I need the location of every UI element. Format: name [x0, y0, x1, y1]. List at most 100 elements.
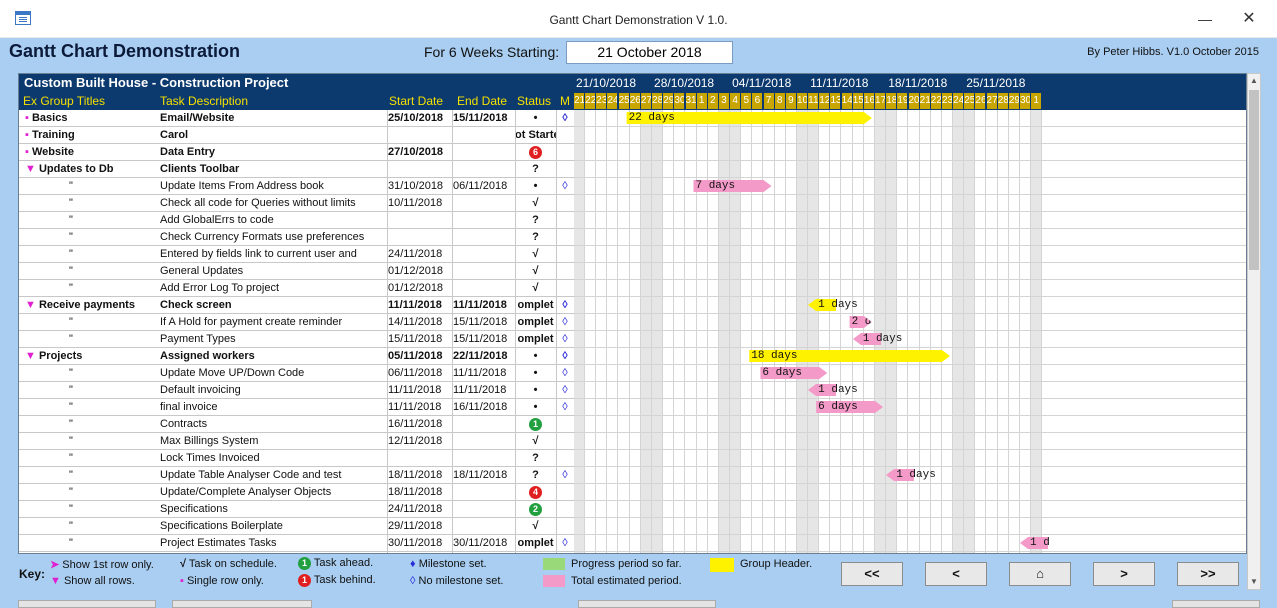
square-bullet-icon[interactable]: ▪ [25, 129, 32, 141]
table-row[interactable]: " Max Billings System 12/11/2018 √ [19, 433, 574, 450]
gantt-bar[interactable]: 22 days [627, 112, 872, 124]
group-title: Updates to Db [38, 163, 114, 175]
gantt-bar-label: 7 days [695, 180, 736, 192]
chevron-down-icon[interactable]: ▼ [25, 163, 39, 175]
home-button[interactable]: ⌂ [1009, 562, 1071, 586]
gantt-bar[interactable]: 6 days [760, 367, 827, 379]
table-row[interactable]: " Lock Times Invoiced? [19, 450, 574, 467]
table-row[interactable]: " Specifications Boilerplate 29/11/2018 √ [19, 518, 574, 535]
table-row[interactable]: " General Updates 01/12/2018 √ [19, 263, 574, 280]
table-row[interactable]: " Update Table Analyser Code and test 18/1… [19, 467, 574, 484]
cell-end: 11/11/2018 [453, 299, 507, 311]
gantt-bar[interactable]: 6 days [816, 401, 883, 413]
gantt-bar[interactable]: 1 days [886, 469, 936, 481]
table-row[interactable]: " Default invoicing 11/11/2018 11/11/2018 • ◊ [19, 382, 574, 399]
gantt-row-line [574, 245, 1246, 246]
cell-task: Check screen [160, 299, 232, 311]
table-row[interactable]: " If A Hold for payment create reminder 14… [19, 314, 574, 331]
start-date-input[interactable]: 21 October 2018 [566, 41, 733, 64]
day-label: 10 [797, 93, 808, 109]
gantt-row-line [574, 194, 1246, 195]
minimize-button[interactable]: — [1190, 8, 1220, 30]
day-label: 26 [975, 93, 987, 109]
table-row[interactable]: ▼ Projects Assigned workers 05/11/2018 22/1… [19, 348, 574, 365]
table-row[interactable]: " Payment Types 15/11/2018 15/11/2018 omplet… [19, 331, 574, 348]
square-bullet-icon[interactable]: ▪ [25, 112, 32, 124]
table-row[interactable]: " Add GlobalErrs to code? [19, 212, 574, 229]
gantt-row-line [574, 534, 1246, 535]
column-header-status: Status [517, 94, 552, 108]
table-row[interactable]: ▪ Website Data Entry 27/10/2018 6 [19, 144, 574, 161]
cell-group: ▪ Training [25, 129, 157, 141]
table-row[interactable]: " Update Items From Address book 31/10/201… [19, 178, 574, 195]
chevron-down-icon[interactable]: ▼ [25, 350, 39, 362]
table-row[interactable]: ▪ Basics Email/Website 25/10/2018 15/11/201… [19, 110, 574, 127]
cell-status: √ [532, 248, 539, 260]
gantt-bar[interactable]: 18 days [749, 350, 950, 362]
scroll-down-icon[interactable]: ▼ [1248, 575, 1260, 589]
vertical-scrollbar[interactable]: ▲ ▼ [1247, 73, 1261, 590]
gantt-bar[interactable]: 7 days [694, 180, 772, 192]
cell-task: Clients Toolbar [160, 163, 240, 175]
day-label: 28 [997, 93, 1009, 109]
table-row[interactable]: " Entered by fields link to current user … [19, 246, 574, 263]
table-row[interactable]: ▪ Training Carol ot Starte [19, 127, 574, 144]
gantt-row-line [574, 432, 1246, 433]
key-label: Key: [19, 567, 46, 581]
gantt-bar[interactable]: 1 d [1020, 537, 1050, 549]
cell-start: 24/11/2018 [388, 248, 443, 260]
cell-start: 24/11/2018 [388, 503, 443, 515]
table-row[interactable]: " Check Currency Formats use preferences? [19, 229, 574, 246]
table-row[interactable]: " Project Estimates Tasks 30/11/2018 30/11/… [19, 535, 574, 552]
scroll-thumb[interactable] [1249, 90, 1259, 270]
next-button[interactable]: > [1093, 562, 1155, 586]
cell-start: 29/11/2018 [388, 520, 443, 532]
table-row[interactable]: ▼ Receive payments Check screen 11/11/2018… [19, 297, 574, 314]
table-row[interactable]: " Contracts 16/11/2018 1 [19, 416, 574, 433]
gantt-bar-label: 22 days [628, 112, 675, 124]
bottom-tab[interactable] [1172, 600, 1260, 608]
square-bullet-icon[interactable]: ▪ [25, 146, 32, 158]
cell-group: " [69, 180, 73, 192]
table-row[interactable]: " Update Move UP/Down Code 06/11/2018 11/11… [19, 365, 574, 382]
cell-start: 27/10/2018 [388, 146, 444, 158]
day-label: 25 [964, 93, 976, 109]
column-header-end: End Date [457, 94, 508, 108]
table-row[interactable]: " Check all code for Queries without limi… [19, 195, 574, 212]
table-row[interactable]: " Add Error Log To project 01/12/2018 √ [19, 280, 574, 297]
day-label: 29 [663, 93, 675, 109]
progress-swatch-icon [543, 558, 565, 570]
day-label: 11 [808, 93, 820, 109]
close-button[interactable]: ✕ [1234, 8, 1264, 30]
first-page-button[interactable]: << [841, 562, 903, 586]
gantt-bar[interactable]: 1 days [808, 384, 858, 396]
table-row[interactable]: " final invoice 11/11/2018 16/11/2018 • ◊ [19, 399, 574, 416]
day-label: 24 [953, 93, 965, 109]
cell-task: Update Items From Address book [160, 180, 324, 192]
chevron-down-icon[interactable]: ▼ [25, 299, 39, 311]
window-title: Gantt Chart Demonstration V 1.0. [549, 13, 728, 27]
legend-behind-label: Task behind. [313, 574, 376, 586]
gantt-row-line [574, 517, 1246, 518]
cell-status: ? [532, 214, 539, 226]
gantt-row-line [574, 364, 1246, 365]
table-row[interactable]: ▼ Updates to Db Clients Toolbar? [19, 161, 574, 178]
column-header-group: Ex Group Titles [23, 94, 106, 108]
gantt-bar[interactable]: 1 days [852, 333, 902, 345]
day-label: 3 [718, 93, 730, 109]
bottom-tab[interactable] [578, 600, 716, 608]
bottom-tab[interactable] [172, 600, 312, 608]
previous-button[interactable]: < [925, 562, 987, 586]
gantt-row-line [574, 126, 1246, 127]
gantt-bar[interactable]: 1 days [808, 299, 858, 311]
last-page-button[interactable]: >> [1177, 562, 1239, 586]
cell-task: Entered by fields link to current user a… [160, 248, 357, 260]
table-row[interactable]: " Specifications 24/11/2018 2 [19, 501, 574, 518]
legend-single-row-label: Single row only. [186, 575, 264, 587]
cell-status: ? [532, 469, 539, 481]
bottom-tab[interactable] [18, 600, 156, 608]
table-row[interactable]: " Update/Complete Analyser Objects 18/11/2… [19, 484, 574, 501]
legend-show-first-label: Show 1st row only. [62, 559, 154, 571]
scroll-up-icon[interactable]: ▲ [1248, 74, 1260, 88]
home-icon: ⌂ [1036, 566, 1044, 581]
